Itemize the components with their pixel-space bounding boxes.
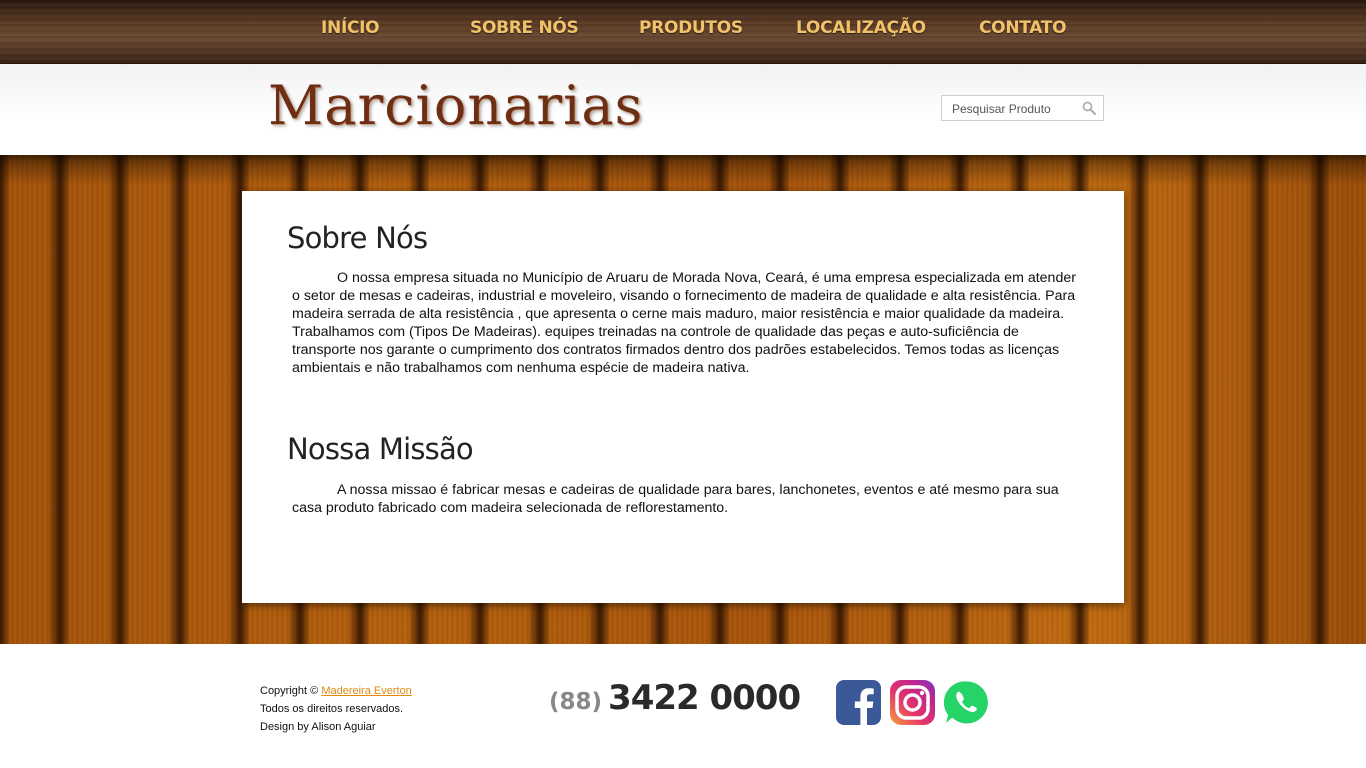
instagram-icon[interactable] <box>890 680 935 725</box>
facebook-icon[interactable] <box>836 680 881 725</box>
phone-number: (88) 3422 0000 <box>549 678 801 718</box>
phone-ddd: (88) <box>549 689 603 715</box>
site-logo[interactable]: Marcionarias <box>268 74 643 137</box>
search-box <box>941 95 1104 121</box>
phone-main-number: 3422 0000 <box>608 678 801 718</box>
mission-title: Nossa Missão <box>287 432 474 466</box>
content-card: Sobre Nós O nossa empresa situada no Mun… <box>242 191 1124 603</box>
search-icon[interactable] <box>1082 101 1096 115</box>
nav-item-contato[interactable]: CONTATO <box>979 18 1067 38</box>
about-title: Sobre Nós <box>287 221 428 255</box>
nav-item-localizacao[interactable]: LOCALIZAÇÃO <box>796 18 926 38</box>
nav-item-inicio[interactable]: INÍCIO <box>321 18 380 38</box>
whatsapp-icon[interactable] <box>944 680 989 725</box>
nav-item-produtos[interactable]: PRODUTOS <box>639 18 743 38</box>
top-navigation: INÍCIO SOBRE NÓS PRODUTOS LOCALIZAÇÃO CO… <box>0 0 1366 64</box>
copyright-line: Copyright © Madereira Everton <box>260 682 412 700</box>
footer-copyright: Copyright © Madereira Everton Todos os d… <box>260 682 412 736</box>
about-text: O nossa empresa situada no Município de … <box>292 270 1076 376</box>
nav-item-sobre-nos[interactable]: SOBRE NÓS <box>470 18 579 38</box>
copyright-link[interactable]: Madereira Everton <box>321 685 412 697</box>
design-credit: Design by Alison Aguiar <box>260 721 376 733</box>
mission-text: A nossa missao é fabricar mesas e cadeir… <box>292 482 1059 516</box>
rights-text: Todos os direitos reservados. <box>260 703 404 715</box>
site-header: Marcionarias <box>0 64 1366 155</box>
search-input[interactable] <box>950 97 1079 121</box>
copyright-prefix: Copyright © <box>260 685 319 697</box>
